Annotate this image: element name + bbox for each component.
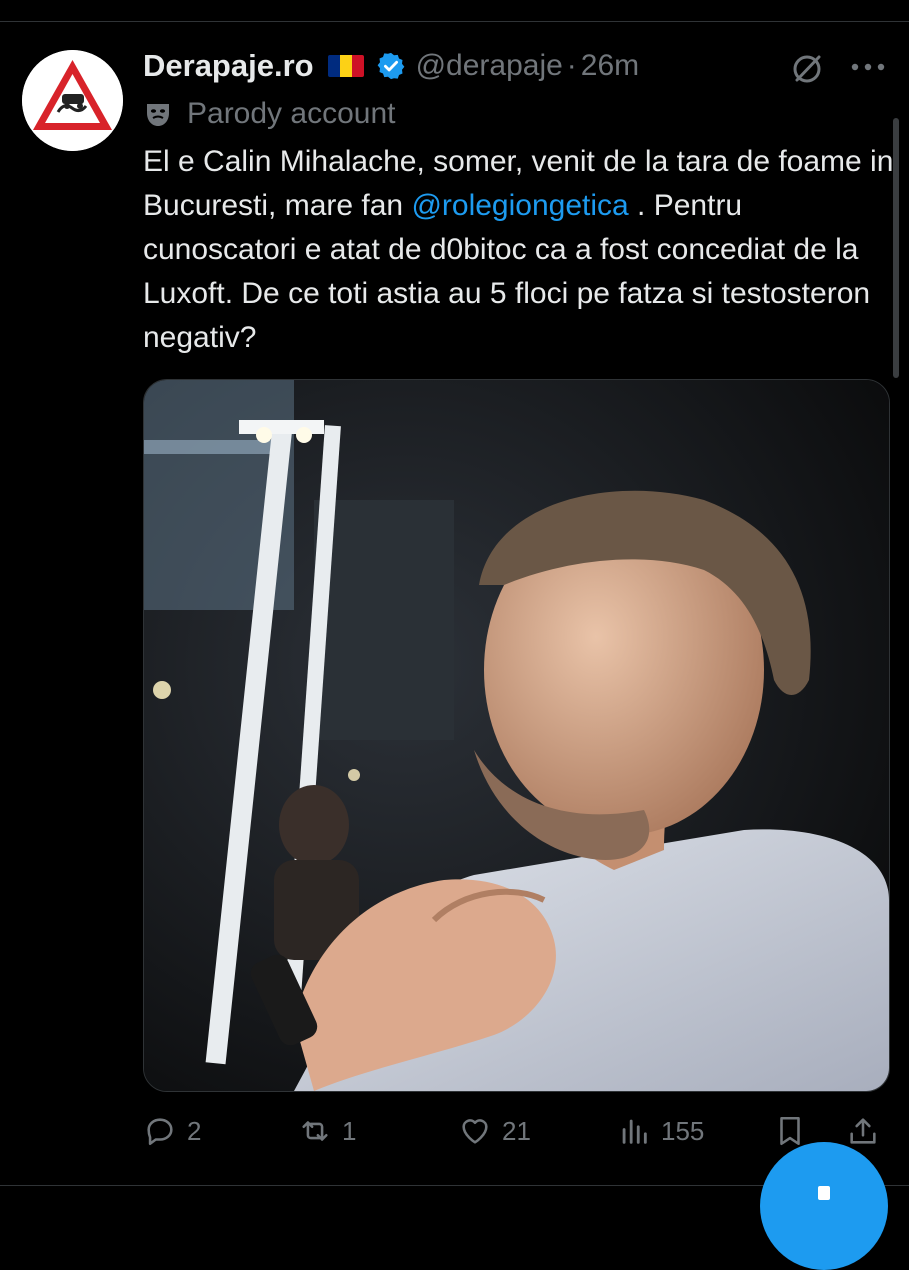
views-button[interactable]: 155 bbox=[617, 1106, 704, 1156]
views-chart-icon bbox=[622, 1119, 647, 1144]
display-name[interactable]: Derapaje.ro bbox=[143, 48, 314, 84]
reply-count: 2 bbox=[187, 1115, 202, 1146]
repost-button[interactable]: 1 bbox=[298, 1106, 356, 1156]
tweet-actions: 2 1 21 155 bbox=[143, 1106, 888, 1156]
romania-flag-icon bbox=[327, 55, 364, 77]
tweet-photo[interactable] bbox=[143, 379, 890, 1092]
grok-icon[interactable] bbox=[790, 52, 824, 86]
photo-of-man-at-night bbox=[144, 380, 889, 1091]
mention-link[interactable]: @rolegiongetica bbox=[411, 189, 628, 222]
more-icon[interactable] bbox=[850, 60, 886, 74]
repost-count: 1 bbox=[342, 1115, 357, 1146]
top-divider bbox=[0, 21, 909, 22]
timestamp[interactable]: 26m bbox=[581, 49, 639, 83]
tweet-header: Derapaje.ro @derapaje · 26m bbox=[143, 42, 639, 90]
repost-icon bbox=[302, 1121, 328, 1141]
heart-icon bbox=[462, 1119, 488, 1144]
warning-sign-logo bbox=[22, 50, 123, 151]
scrollbar[interactable] bbox=[893, 118, 899, 378]
tweet-text: El e Calin Mihalache, somer, venit de la… bbox=[143, 140, 903, 360]
theater-mask-icon bbox=[147, 104, 169, 126]
like-button[interactable]: 21 bbox=[458, 1106, 531, 1156]
separator-dot: · bbox=[566, 49, 577, 82]
user-handle[interactable]: @derapaje bbox=[416, 49, 563, 83]
parody-label: Parody account bbox=[143, 94, 395, 134]
verified-badge-icon bbox=[377, 52, 404, 80]
avatar[interactable] bbox=[22, 50, 123, 151]
view-count: 155 bbox=[661, 1115, 705, 1146]
share-icon bbox=[850, 1118, 876, 1144]
reply-icon bbox=[147, 1118, 173, 1146]
bookmark-icon bbox=[780, 1116, 800, 1146]
like-count: 21 bbox=[502, 1115, 531, 1146]
compose-button[interactable] bbox=[760, 1142, 888, 1270]
parody-account-text: Parody account bbox=[187, 97, 396, 130]
compose-icon bbox=[818, 1186, 830, 1200]
reply-button[interactable]: 2 bbox=[143, 1106, 201, 1156]
